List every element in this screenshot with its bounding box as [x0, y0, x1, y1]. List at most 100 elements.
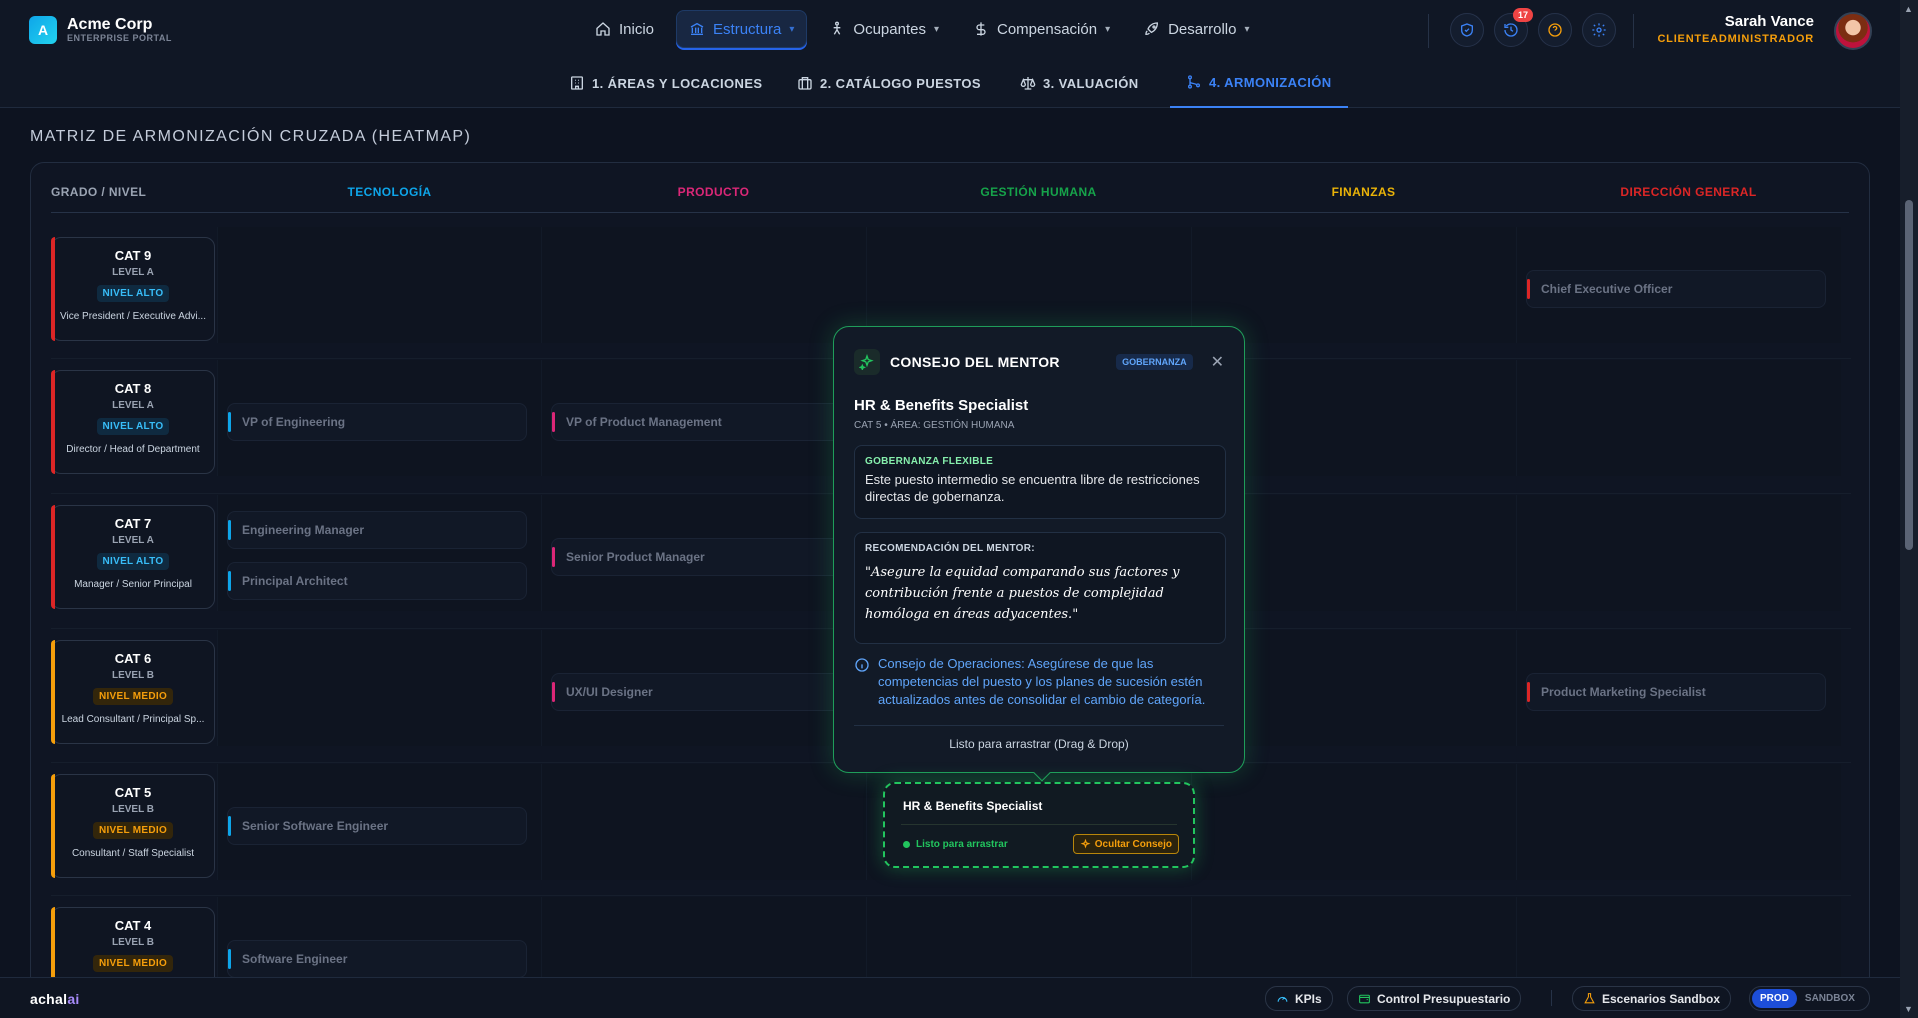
matrix-cell[interactable]: [1516, 764, 1841, 880]
dollar-icon: [976, 22, 986, 36]
sub-nav: 1. ÁREAS Y LOCACIONES 2. CATÁLOGO PUESTO…: [0, 58, 1900, 108]
avatar[interactable]: [1834, 12, 1872, 50]
scroll-up-icon[interactable]: ▲: [1904, 4, 1913, 14]
tab-catalogo-puestos[interactable]: 2. CATÁLOGO PUESTOS: [797, 58, 981, 108]
category-name: CAT 7: [114, 516, 152, 531]
job-title: Principal Architect: [242, 574, 348, 588]
divider: [1551, 990, 1552, 1006]
nav-item-ocupantes[interactable]: Ocupantes ▾: [817, 10, 951, 48]
env-sandbox-option[interactable]: SANDBOX: [1797, 989, 1863, 1008]
nav-item-label: Compensación: [997, 20, 1098, 38]
matrix-cell[interactable]: [1516, 360, 1841, 476]
matrix-cell[interactable]: [1516, 495, 1841, 611]
chevron-down-icon: ▾: [933, 23, 939, 35]
job-card[interactable]: Principal Architect: [227, 562, 527, 600]
job-card[interactable]: Senior Software Engineer: [227, 807, 527, 845]
job-title: Engineering Manager: [242, 523, 365, 537]
scale-icon: [1020, 77, 1036, 90]
category-color-bar: [51, 237, 55, 341]
env-prod-option[interactable]: PROD: [1752, 989, 1797, 1008]
scrollbar[interactable]: ▲ ▼: [1900, 0, 1918, 1018]
job-color-bar: [228, 412, 231, 432]
job-color-bar: [552, 412, 555, 432]
tab-areas-locaciones[interactable]: 1. ÁREAS Y LOCACIONES: [569, 58, 762, 108]
scroll-thumb[interactable]: [1905, 200, 1913, 550]
mentor-job-title: HR & Benefits Specialist: [854, 397, 1029, 414]
matrix-cell[interactable]: [1191, 227, 1516, 343]
category-description: Lead Consultant / Principal Sp...: [61, 714, 205, 725]
budget-control-label: Control Presupuestario: [1377, 991, 1511, 1006]
close-icon[interactable]: ✕: [1211, 352, 1224, 372]
category-description: Manager / Senior Principal: [74, 579, 192, 590]
category-card: CAT 5 LEVEL B NIVEL MEDIO Consultant / Staf…: [51, 774, 215, 878]
job-card[interactable]: Chief Executive Officer: [1526, 270, 1826, 308]
sandbox-scenarios-button[interactable]: Escenarios Sandbox: [1572, 986, 1732, 1011]
tab-label: 3. VALUACIÓN: [1043, 75, 1139, 91]
nav-item-compensacion[interactable]: Compensación ▾: [961, 10, 1122, 48]
category-name: CAT 8: [114, 381, 152, 396]
environment-toggle[interactable]: PROD SANDBOX: [1749, 986, 1870, 1011]
security-button[interactable]: [1450, 13, 1484, 47]
nav-item-estructura[interactable]: Estructura ▾: [676, 10, 808, 48]
home-icon: [596, 22, 610, 36]
drag-card-title: HR & Benefits Specialist: [903, 799, 1043, 813]
job-card[interactable]: UX/UI Designer: [551, 673, 851, 711]
nav-item-desarrollo[interactable]: Desarrollo ▾: [1132, 10, 1261, 48]
budget-control-button[interactable]: Control Presupuestario: [1347, 986, 1522, 1011]
job-card[interactable]: Senior Product Manager: [551, 538, 851, 576]
divider: [901, 824, 1177, 825]
category-level: LEVEL A: [112, 267, 154, 278]
tier-badge: NIVEL ALTO: [96, 418, 170, 435]
matrix-cell[interactable]: [541, 764, 866, 880]
category-name: CAT 5: [114, 785, 152, 800]
kpis-button[interactable]: KPIs: [1265, 986, 1333, 1011]
tab-armonizacion[interactable]: 4. ARMONIZACIÓN: [1170, 58, 1348, 108]
notifications-button[interactable]: 17: [1494, 8, 1533, 47]
category-card: CAT 9 LEVEL A NIVEL ALTO Vice President / E…: [51, 237, 215, 341]
matrix-cell[interactable]: [1191, 764, 1516, 880]
brand[interactable]: A Acme Corp ENTERPRISE PORTAL: [29, 16, 172, 44]
rocket-icon: [1145, 22, 1159, 36]
job-color-bar: [1527, 682, 1530, 702]
job-card[interactable]: Software Engineer: [227, 940, 527, 978]
governance-box: GOBERNANZA FLEXIBLE Este puesto intermed…: [854, 445, 1226, 519]
hide-advice-button[interactable]: Ocultar Consejo: [1072, 834, 1179, 854]
category-name: CAT 6: [114, 651, 152, 666]
job-color-bar: [228, 816, 231, 836]
chevron-down-icon: ▾: [1244, 23, 1250, 35]
governance-tag: GOBERNANZA: [1116, 354, 1193, 370]
brand-subtitle: ENTERPRISE PORTAL: [67, 33, 172, 43]
job-card[interactable]: VP of Product Management: [551, 403, 851, 441]
scroll-down-icon[interactable]: ▼: [1904, 1004, 1913, 1014]
user-info[interactable]: Sarah Vance CLIENTEADMINISTRADOR: [1657, 13, 1814, 45]
mentor-footer: Listo para arrastrar (Drag & Drop): [949, 737, 1129, 751]
tab-valuacion[interactable]: 3. VALUACIÓN: [1020, 58, 1139, 108]
job-color-bar: [228, 949, 231, 969]
help-button[interactable]: [1538, 13, 1572, 47]
header-icons: 17: [1450, 8, 1616, 47]
divider: [1428, 14, 1429, 48]
column-header: PRODUCTO: [677, 185, 750, 199]
matrix-cell[interactable]: [217, 630, 542, 746]
tier-badge: NIVEL MEDIO: [92, 822, 174, 839]
gauge-icon: [1277, 996, 1288, 1002]
info-icon: [855, 658, 869, 672]
settings-button[interactable]: [1582, 13, 1616, 47]
category-level: LEVEL B: [111, 804, 155, 815]
job-card[interactable]: Engineering Manager: [227, 511, 527, 549]
nav-item-label: Ocupantes: [853, 20, 926, 38]
category-name: CAT 4: [114, 918, 152, 933]
user-name: Sarah Vance: [1724, 13, 1814, 30]
nav-item-inicio[interactable]: Inicio: [583, 10, 666, 48]
tier-badge: NIVEL MEDIO: [92, 688, 174, 705]
grade-header: GRADO / NIVEL: [51, 185, 147, 199]
matrix-cell[interactable]: [541, 227, 866, 343]
category-name: CAT 9: [114, 248, 152, 263]
category-description: Director / Head of Department: [66, 444, 200, 455]
draggable-job-card[interactable]: HR & Benefits Specialist Listo para arra…: [883, 782, 1195, 868]
job-card[interactable]: Product Marketing Specialist: [1526, 673, 1826, 711]
job-card[interactable]: VP of Engineering: [227, 403, 527, 441]
matrix-cell[interactable]: [217, 227, 542, 343]
sparkles-icon: [1080, 838, 1091, 849]
category-level: LEVEL A: [112, 535, 154, 546]
